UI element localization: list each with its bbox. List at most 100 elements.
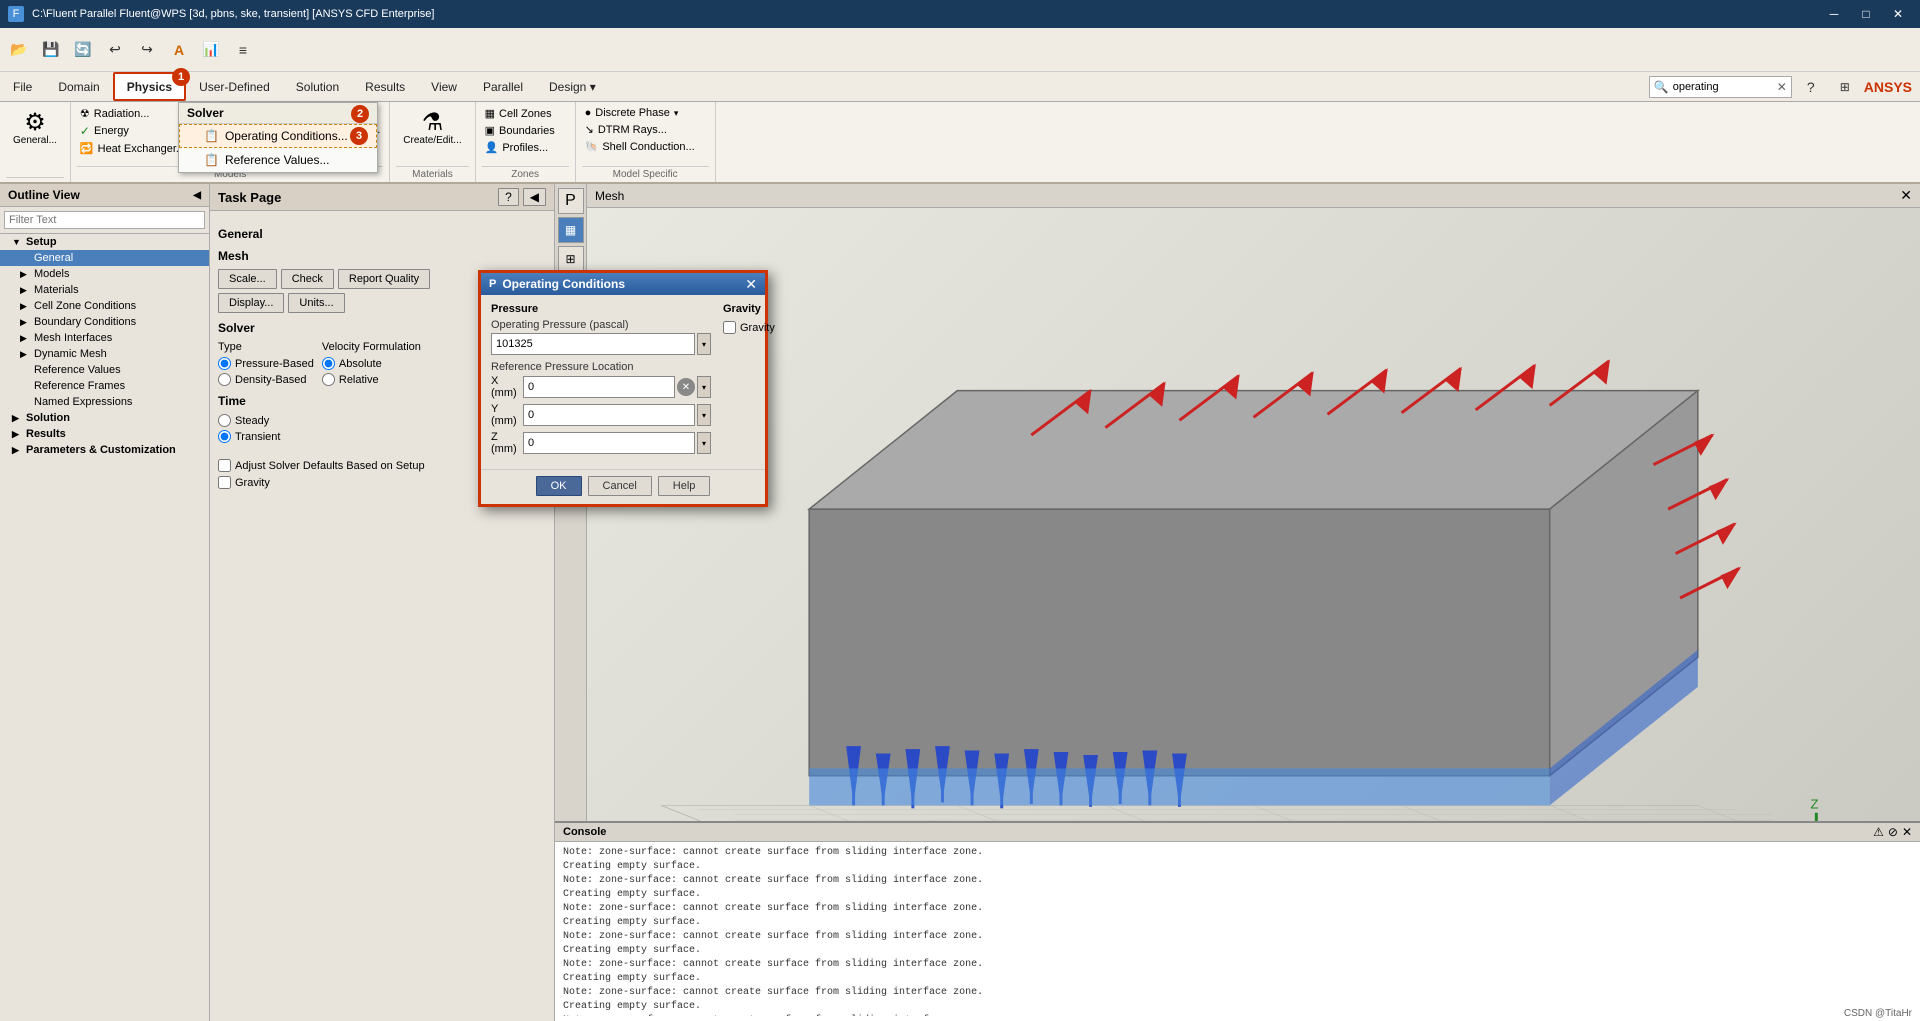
cancel-btn[interactable]: Cancel [588,476,652,496]
units-btn[interactable]: Units... [288,293,344,313]
y-label: Y (mm) [491,403,521,427]
outline-filter [0,207,209,234]
materials-create-btn[interactable]: ⚗ Create/Edit... [396,106,468,151]
menu-parallel[interactable]: Parallel [470,72,536,101]
tree-reference-frames[interactable]: Reference Frames [0,378,209,394]
console-error-btn[interactable]: ⊘ [1888,825,1898,839]
reference-values-item[interactable]: 📋 Reference Values... [179,148,377,172]
task-collapse-btn[interactable]: ◀ [523,188,546,206]
cell-zones-item[interactable]: ▦ Cell Zones [482,106,558,121]
toolbar-reload-btn[interactable]: 🔄 [68,35,98,65]
tree-setup[interactable]: ▼ Setup [0,234,209,250]
toolbar-menu-btn[interactable]: ≡ [228,35,258,65]
radiation-item[interactable]: ☢ Radiation... [77,106,188,121]
x-clear-btn[interactable]: ✕ [677,378,695,396]
results-tree-label: Results [26,428,66,440]
task-help-btn[interactable]: ? [498,188,519,206]
z-label: Z (mm) [491,431,521,455]
maximize-button[interactable]: □ [1852,4,1880,24]
energy-check-icon: ✓ [80,124,90,138]
op-pressure-input[interactable] [491,333,695,355]
dialog-close-btn[interactable]: ✕ [745,277,757,291]
ok-btn[interactable]: OK [536,476,582,496]
energy-label: Energy [94,125,129,137]
tree-mesh-interfaces[interactable]: ▶ Mesh Interfaces [0,330,209,346]
toolbar-chart-btn[interactable]: 📊 [196,35,226,65]
energy-item[interactable]: ✓ Energy [77,123,188,139]
tree-models[interactable]: ▶ Models [0,266,209,282]
z-input[interactable] [523,432,695,454]
y-dropdown[interactable]: ▾ [697,404,711,426]
toolbar-save-btn[interactable]: 💾 [36,35,66,65]
menu-results[interactable]: Results [352,72,418,101]
dialog-footer: OK Cancel Help [481,469,765,504]
discrete-phase-ms-icon: ● [585,107,592,119]
display-btn[interactable]: Display... [218,293,284,313]
tree-dynamic-mesh[interactable]: ▶ Dynamic Mesh [0,346,209,362]
op-pressure-dropdown[interactable]: ▾ [697,333,711,355]
console-close-btn[interactable]: ✕ [1902,825,1912,839]
density-based-radio[interactable]: Density-Based [218,373,314,386]
pressure-based-radio[interactable]: Pressure-Based [218,357,314,370]
menu-file[interactable]: File [0,72,45,101]
discrete-phase-ms-item[interactable]: ● Discrete Phase ▾ [582,106,698,120]
general-group-title [6,177,64,180]
viewport-close-btn[interactable]: ✕ [1900,187,1912,204]
side-btn-2[interactable]: ▦ [558,217,584,243]
gravity-dialog-checkbox[interactable]: Gravity [723,321,775,334]
gravity-dialog-label: Gravity [740,322,775,334]
close-button[interactable]: ✕ [1884,4,1912,24]
toolbar-open-btn[interactable]: 📂 [4,35,34,65]
minimize-button[interactable]: ─ [1820,4,1848,24]
tree-params-customization[interactable]: ▶ Parameters & Customization [0,442,209,458]
relative-radio[interactable]: Relative [322,373,421,386]
tree-materials[interactable]: ▶ Materials [0,282,209,298]
search-input[interactable] [1673,81,1773,93]
scale-btn[interactable]: Scale... [218,269,277,289]
tree-reference-values[interactable]: Reference Values [0,362,209,378]
menu-right: 🔍 ✕ ? ⊞ ANSYS [1649,72,1920,101]
outline-collapse-btn[interactable]: ◀ [193,190,201,201]
y-input[interactable] [523,404,695,426]
menu-user-defined[interactable]: User-Defined [186,72,283,101]
tree-general[interactable]: General [0,250,209,266]
tree-boundary-conditions[interactable]: ▶ Boundary Conditions [0,314,209,330]
check-btn[interactable]: Check [281,269,334,289]
tree-cell-zone-conditions[interactable]: ▶ Cell Zone Conditions [0,298,209,314]
search-clear-btn[interactable]: ✕ [1777,80,1787,94]
toolbar-redo-btn[interactable]: ↪ [132,35,162,65]
tree-named-expressions[interactable]: Named Expressions [0,394,209,410]
gravity-checkbox-input[interactable] [723,321,736,334]
heat-exchanger-item[interactable]: 🔁 Heat Exchanger... [77,141,188,156]
toolbar-undo-btn[interactable]: ↩ [100,35,130,65]
console-text: Note: zone-surface: cannot create surfac… [555,842,1920,1016]
outline-filter-input[interactable] [4,211,205,229]
boundaries-item[interactable]: ▣ Boundaries [482,123,558,138]
z-dropdown[interactable]: ▾ [697,432,711,454]
tree-solution[interactable]: ▶ Solution [0,410,209,426]
menu-view[interactable]: View [418,72,470,101]
menu-solution[interactable]: Solution [283,72,352,101]
menu-physics[interactable]: Physics 1 [113,72,186,101]
zones-buttons: ▦ Cell Zones ▣ Boundaries 👤 Profiles... [482,106,558,166]
x-input[interactable] [523,376,675,398]
menu-design[interactable]: Design ▾ [536,72,609,101]
menu-domain[interactable]: Domain [45,72,112,101]
shell-conduction-item[interactable]: 🐚 Shell Conduction... [582,139,698,154]
tree-results[interactable]: ▶ Results [0,426,209,442]
console-warning-btn[interactable]: ⚠ [1873,825,1884,839]
operating-conditions-item[interactable]: 📋 Operating Conditions... 3 [179,124,377,148]
profiles-item[interactable]: 👤 Profiles... [482,140,558,155]
general-ribbon-btn[interactable]: ⚙ General... [6,106,64,151]
report-quality-btn[interactable]: Report Quality [338,269,430,289]
help-btn[interactable]: ? [1796,72,1826,102]
side-btn-1[interactable]: P [558,188,584,214]
absolute-radio[interactable]: Absolute [322,357,421,370]
dtrm-rays-item[interactable]: ↘ DTRM Rays... [582,122,698,137]
help-dialog-btn[interactable]: Help [658,476,711,496]
x-dropdown[interactable]: ▾ [697,376,711,398]
toolbar-A-btn[interactable]: A [164,35,194,65]
model-specific-buttons: ● Discrete Phase ▾ ↘ DTRM Rays... 🐚 Shel… [582,106,698,166]
layout-btn[interactable]: ⊞ [1830,72,1860,102]
side-btn-3[interactable]: ⊞ [558,246,584,272]
